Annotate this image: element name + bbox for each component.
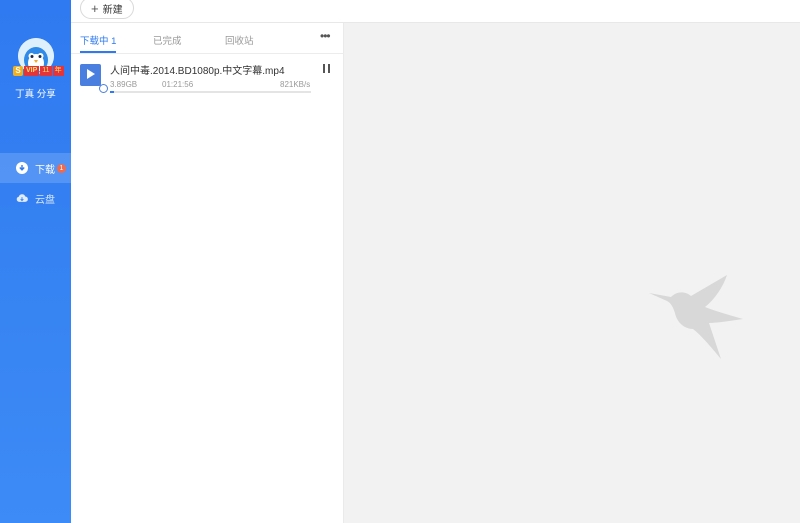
tab-downloading[interactable]: 下载中 1 — [80, 33, 116, 47]
video-file-icon — [80, 64, 108, 93]
active-tab-indicator — [80, 51, 116, 53]
hummingbird-logo-icon — [649, 275, 743, 359]
pause-button[interactable] — [323, 64, 330, 73]
cloud-icon — [16, 192, 28, 204]
badge-level: 11 — [40, 66, 52, 76]
username[interactable]: 丁真 分享 — [0, 86, 71, 100]
sidebar-item-cloud[interactable]: 云盘 — [0, 183, 71, 213]
sidebar-item-download[interactable]: 下载 1 — [0, 153, 71, 183]
task-speed: 821KB/s — [280, 80, 311, 89]
sidebar: S VIP 11 年 丁真 分享 下载 1 云盘 — [0, 0, 71, 523]
task-size: 3.89GB — [110, 80, 138, 89]
badge-s: S — [13, 66, 23, 76]
file-status-icon — [99, 84, 108, 93]
task-progress-bar — [110, 91, 311, 93]
task-time-left: 01:21:56 — [162, 80, 194, 89]
download-icon — [16, 162, 28, 174]
more-options-button[interactable]: ••• — [320, 29, 331, 43]
download-tabs: 下载中 1 已完成 回收站 ••• — [71, 23, 344, 54]
tab-completed[interactable]: 已完成 — [153, 33, 182, 47]
new-task-button[interactable]: + 新建 — [80, 0, 134, 19]
new-task-label: 新建 — [102, 4, 123, 16]
user-badges: S VIP 11 年 — [13, 66, 64, 76]
plus-icon: + — [91, 0, 99, 16]
detail-area — [344, 23, 800, 523]
badge-year: 年 — [52, 66, 64, 76]
download-count-badge: 1 — [57, 163, 66, 173]
tab-recycle-bin[interactable]: 回收站 — [225, 33, 254, 47]
task-file-name: 人间中毒.2014.BD1080p.中文字幕.mp4 — [110, 66, 285, 77]
download-list-panel: 下载中 1 已完成 回收站 ••• 人间中毒.2014.BD1080p.中文字幕… — [71, 23, 344, 523]
task-progress-fill — [110, 91, 115, 93]
badge-vip: VIP — [24, 66, 40, 76]
toolbar: + 新建 — [71, 0, 800, 23]
sidebar-item-label: 云盘 — [35, 194, 55, 206]
download-task-row[interactable]: 人间中毒.2014.BD1080p.中文字幕.mp4 3.89GB 01:21:… — [71, 56, 344, 98]
sidebar-item-label: 下载 — [35, 164, 55, 176]
